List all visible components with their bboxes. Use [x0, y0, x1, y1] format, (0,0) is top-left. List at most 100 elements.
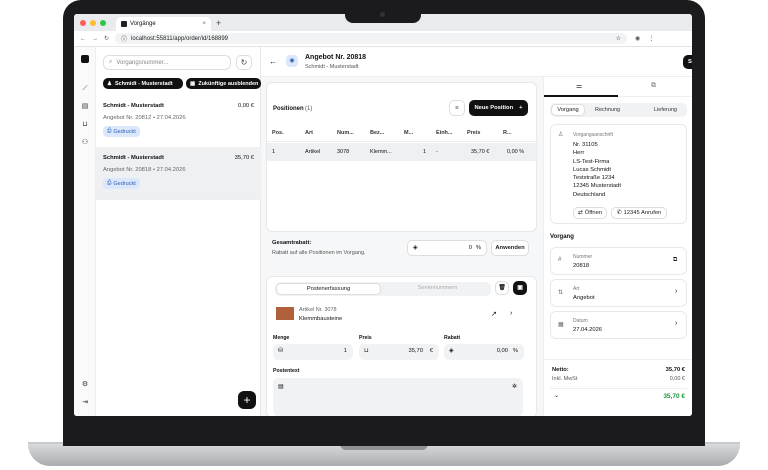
- chart-icon[interactable]: ⟋: [81, 85, 89, 93]
- refresh-list-button[interactable]: ↻: [236, 55, 252, 70]
- qty-field[interactable]: ⛁ 1: [273, 344, 353, 360]
- discount-title: Gesamtrabatt:: [272, 240, 312, 246]
- field-nummer[interactable]: # Nummer 20818 ⧉: [550, 247, 687, 275]
- side-panel: ⚌ ⧉ Vorgang Rechnung Lieferung ♙ Vorgang…: [543, 77, 692, 416]
- magic-icon[interactable]: ✲: [512, 383, 517, 390]
- close-window-icon[interactable]: [80, 19, 86, 26]
- app-logo-icon[interactable]: [81, 55, 89, 63]
- open-address-button[interactable]: ⇄ Öffnen: [573, 207, 607, 219]
- list-item[interactable]: Schmidt - Musterstadt 0,00 € Angebot Nr.…: [96, 96, 261, 148]
- field-art[interactable]: ⇅ Art Angebot ›: [550, 279, 687, 307]
- future-filter-label: Zukünftige ausblenden: [198, 80, 259, 87]
- table-header: Pos. Art Num... Bez... M... Einh... Prei…: [267, 124, 538, 142]
- save-position-icon[interactable]: ▣: [513, 281, 527, 295]
- apply-discount-button[interactable]: Anwenden: [491, 240, 529, 256]
- column-header[interactable]: M...: [404, 130, 413, 136]
- article-number: Artikel Nr. 3078: [299, 307, 337, 313]
- side-view-tabs: ⚌ ⧉: [544, 77, 692, 97]
- type-icon: ⇅: [558, 290, 564, 296]
- new-position-label: Neue Position: [474, 105, 514, 111]
- sliders-icon[interactable]: ⚌: [576, 82, 582, 90]
- tag-icon: ◈: [449, 348, 454, 354]
- user-icon: ♟: [107, 80, 112, 87]
- chevron-right-icon[interactable]: ›: [510, 310, 512, 317]
- tab-seriennummern[interactable]: Seriennummern: [385, 285, 490, 291]
- column-header[interactable]: R...: [503, 130, 512, 136]
- maximize-window-icon[interactable]: [100, 19, 106, 26]
- net-label: Netto:: [552, 367, 569, 373]
- field-value: 20818: [573, 263, 590, 269]
- close-tab-icon[interactable]: ×: [202, 21, 206, 27]
- total-row[interactable]: ⌄ 35,70 €: [550, 388, 687, 402]
- app: ⟋ ▤ ⊔ ⚇ ⚙ ⇥ ⌕ Vorgangsnummer... ↻ ♟ Schmid…: [74, 47, 692, 416]
- status-badge: ⎙ Gedruckt: [103, 126, 140, 137]
- cart-icon[interactable]: ⊔: [81, 121, 89, 129]
- position-discount-field[interactable]: ◈ 0,00 %: [444, 344, 524, 360]
- tab-vorgang[interactable]: Vorgang: [551, 104, 585, 116]
- cell: 3078: [337, 149, 350, 155]
- text-label: Postentext: [273, 368, 300, 374]
- external-link-icon[interactable]: ↗: [491, 310, 497, 318]
- browser-tab[interactable]: Vorgänge ×: [116, 17, 211, 31]
- position-text-area[interactable]: ▤ ✲: [273, 378, 523, 416]
- column-header[interactable]: Pos.: [272, 130, 284, 136]
- discount-section: Gesamtrabatt: Rabatt auf alle Positionen…: [266, 235, 537, 269]
- card-subtitle: Angebot Nr. 20818 • 27.04.2026: [103, 167, 186, 173]
- column-header[interactable]: Einh...: [436, 130, 453, 136]
- reload-icon[interactable]: ↻: [104, 35, 109, 42]
- minimize-window-icon[interactable]: [90, 19, 96, 26]
- forward-icon[interactable]: →: [92, 36, 98, 42]
- copy-icon[interactable]: ⧉: [673, 257, 677, 264]
- bookmark-icon[interactable]: ☆: [616, 35, 621, 42]
- url-text: localhost:55811/app/order/id/168899: [131, 35, 229, 42]
- discount-unit: %: [475, 245, 481, 251]
- tab-rechnung[interactable]: Rechnung: [595, 107, 620, 113]
- copy-icon[interactable]: ⧉: [651, 82, 656, 90]
- side-tabs: Vorgang Rechnung Lieferung: [550, 103, 687, 117]
- section-title: Vorgang: [550, 234, 574, 240]
- column-header[interactable]: Preis: [467, 130, 480, 136]
- document-icon[interactable]: ▤: [81, 103, 89, 111]
- users-icon[interactable]: ⚇: [81, 139, 89, 147]
- new-tab-icon[interactable]: +: [216, 18, 221, 28]
- back-arrow-icon[interactable]: ←: [269, 57, 277, 66]
- screen: Vorgänge × + ← → ↻ ⓘ localhost:55811/app/o…: [74, 14, 692, 416]
- column-header[interactable]: Num...: [337, 130, 354, 136]
- logout-icon[interactable]: ⇥: [81, 399, 89, 407]
- table-row[interactable]: 1 Artikel 3078 Klemm... 1 - 35,70 € 0,00…: [267, 143, 538, 161]
- cart-icon: ⊔: [364, 348, 369, 354]
- column-header[interactable]: Bez...: [370, 130, 384, 136]
- address-line: LS-Test-Firma: [573, 158, 610, 165]
- new-position-button[interactable]: Neue Position +: [469, 100, 528, 116]
- site-info-icon[interactable]: ⓘ: [121, 34, 127, 43]
- search-input[interactable]: ⌕ Vorgangsnummer...: [103, 55, 231, 70]
- add-order-button[interactable]: +: [238, 391, 256, 409]
- search-placeholder: Vorgangsnummer...: [116, 59, 169, 66]
- customer-filter-chip[interactable]: ♟ Schmidt - Musterstadt: [103, 78, 183, 89]
- call-button[interactable]: ✆ 12345 Anrufen: [611, 207, 667, 219]
- trash-icon[interactable]: 🗑: [495, 281, 509, 295]
- address-line: Lucas Schmidt: [573, 166, 612, 173]
- discount-input[interactable]: ◈ 0 %: [407, 240, 487, 256]
- qty-label: Menge: [273, 335, 290, 341]
- browser-menu-icon[interactable]: ⋮: [648, 35, 654, 42]
- filter-icon[interactable]: ≡: [449, 100, 465, 116]
- offer-icon: ◉: [286, 55, 298, 67]
- list-item[interactable]: Schmidt - Musterstadt 35,70 € Angebot Nr…: [96, 148, 261, 200]
- profile-icon[interactable]: ◉: [635, 35, 640, 42]
- column-header[interactable]: Art: [305, 130, 313, 136]
- phone-icon: ✆: [616, 210, 622, 216]
- positions-panel: Positionen (1) ≡ Neue Position + Pos. Art…: [266, 82, 538, 232]
- settings-icon[interactable]: ⚙: [81, 381, 89, 389]
- field-datum[interactable]: ▦ Datum 27.04.2026 ›: [550, 311, 687, 339]
- future-filter-chip[interactable]: ▦ Zukünftige ausblenden: [186, 78, 261, 89]
- save-button[interactable]: Speichern: [683, 55, 692, 69]
- tab-lieferung[interactable]: Lieferung: [654, 107, 677, 113]
- price-field[interactable]: ⊔ 35,70 €: [359, 344, 439, 360]
- url-field[interactable]: ⓘ localhost:55811/app/order/id/168899 ☆: [115, 33, 628, 44]
- tax-value: 0,00 €: [669, 376, 685, 382]
- address-line: Herr: [573, 150, 585, 157]
- back-icon[interactable]: ←: [80, 36, 86, 42]
- tab-postenerfassung[interactable]: Postenerfassung: [276, 283, 381, 295]
- order-header: ← ◉ Angebot Nr. 20818 Schmidt - Musterst…: [261, 47, 692, 77]
